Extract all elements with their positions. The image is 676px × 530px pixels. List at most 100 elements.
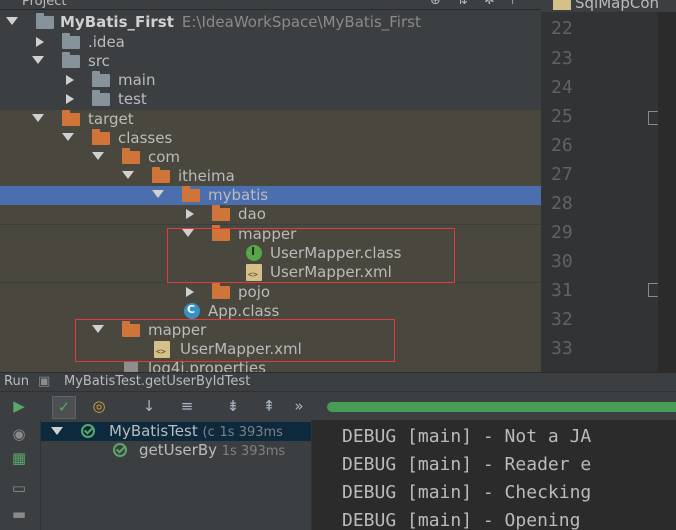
tree-item-test[interactable]: test [0, 90, 541, 109]
editor-gutter: 22 23 24 25 26 27 28 29 30 31 32 33 [541, 12, 658, 372]
tree-item-label: itheima [178, 167, 235, 185]
line-number: 27 [551, 164, 573, 185]
expand-all-icon[interactable]: ⇟ [222, 396, 244, 417]
rerun-icon[interactable]: ▶ [8, 396, 30, 417]
folder-icon [92, 129, 110, 145]
tree-item-pojo[interactable]: pojo [0, 283, 541, 302]
chevron-down-icon[interactable] [6, 17, 18, 25]
show-ignored-icon[interactable]: ◎ [88, 396, 110, 417]
show-passed-icon[interactable]: ✓ [52, 396, 76, 419]
highlight-box-classes-mapper [75, 319, 395, 362]
test-passed-icon [113, 443, 127, 457]
folder-icon [62, 52, 80, 68]
line-number: 28 [551, 193, 573, 214]
tree-item-label: classes [118, 129, 173, 147]
tree-item-label: .idea [88, 33, 125, 51]
chevron-down-icon[interactable] [32, 114, 44, 122]
line-number: 23 [551, 48, 573, 69]
test-passed-icon [81, 424, 95, 438]
project-name: MyBatis_First [60, 13, 174, 31]
editor-tab[interactable]: SqlMapCon [575, 0, 659, 12]
tree-item-label: pojo [238, 283, 271, 301]
test-case-name: getUserBy [139, 441, 217, 459]
console-output[interactable]: DEBUG [main] - Not a JA DEBUG [main] - R… [311, 420, 676, 530]
console-line: DEBUG [main] - Opening [342, 510, 592, 530]
run-panel-header: Run ▣ MyBatisTest.getUserByIdTest [0, 372, 676, 392]
folder-icon [92, 90, 110, 106]
chevron-down-icon[interactable] [92, 152, 104, 160]
folder-icon [92, 71, 110, 87]
tree-item-idea[interactable]: .idea [0, 33, 541, 52]
tree-item-label: App.class [208, 302, 280, 320]
test-suite-row[interactable]: MyBatisTest (c 1s 393ms [41, 422, 311, 441]
line-number: 26 [551, 135, 573, 156]
run-config-icon: ▣ [38, 374, 51, 389]
project-path: E:\IdeaWorkSpace\MyBatis_First [181, 13, 421, 31]
highlight-box-target-mapper [167, 228, 455, 283]
tree-item-label: test [118, 90, 147, 108]
project-panel-title[interactable]: Project [22, 0, 66, 9]
properties-file-icon [124, 362, 138, 372]
line-number: 33 [551, 338, 573, 359]
line-number: 32 [551, 309, 573, 330]
class-file-icon [184, 303, 200, 319]
line-number: 31 [551, 280, 573, 301]
tree-item-label: target [88, 110, 134, 128]
tree-item-com[interactable]: com [0, 148, 541, 167]
chevron-right-icon[interactable] [186, 287, 194, 297]
restore-layout-icon[interactable]: ▦ [8, 448, 30, 469]
tree-item-label: dao [238, 205, 266, 223]
tree-item-src[interactable]: src [0, 52, 541, 71]
run-toolbar: ▶ ✓ ◎ ↓ ≡ ⇟ ⇞ » [0, 391, 676, 421]
test-suite-name: MyBatisTest [109, 422, 198, 440]
chevron-down-icon[interactable] [152, 190, 164, 198]
test-results-tree: MyBatisTest (c 1s 393ms getUserBy 1s 393… [41, 420, 311, 530]
editor-tabs: SqlMapCon [541, 0, 676, 12]
project-panel-header: Project ⊕ ⇅ ✲ ⊢ [0, 0, 541, 10]
chevron-down-icon[interactable] [32, 56, 44, 64]
tree-item-label: main [118, 71, 156, 89]
tree-item-label: com [148, 148, 181, 166]
chevron-down-icon[interactable] [62, 133, 74, 141]
test-suite-suffix: (c [202, 425, 215, 440]
console-line: DEBUG [main] - Reader e [342, 454, 592, 475]
sort-alphabetically-icon[interactable]: ↓ [138, 396, 160, 417]
chevron-down-icon[interactable] [122, 171, 134, 179]
chevron-right-icon[interactable] [66, 94, 74, 104]
folder-icon [212, 283, 230, 299]
console-line: DEBUG [main] - Not a JA [342, 426, 592, 447]
tree-item-main[interactable]: main [0, 71, 541, 90]
folder-icon [182, 186, 200, 202]
project-panel-tools-icon[interactable]: ⊕ ⇅ ✲ ⊢ [430, 0, 528, 8]
camera-icon[interactable]: ◉ [8, 424, 30, 445]
chevron-right-icon[interactable] [36, 37, 44, 47]
line-number: 22 [551, 18, 573, 39]
print-icon[interactable]: ▭ [8, 478, 30, 499]
folder-icon [212, 205, 230, 221]
line-number: 24 [551, 77, 573, 98]
chevron-right-icon[interactable] [186, 209, 194, 219]
editor-code-area[interactable] [658, 12, 676, 372]
chevron-right-icon[interactable] [66, 75, 74, 85]
run-panel-label[interactable]: Run [4, 374, 29, 389]
line-number: 25 [551, 106, 573, 127]
collapse-all-icon[interactable]: ⇞ [258, 396, 280, 417]
chevron-down-icon[interactable] [51, 427, 63, 435]
console-line: DEBUG [main] - Checking [342, 482, 592, 503]
tree-item-dao[interactable]: dao [0, 205, 541, 224]
tree-item-itheima[interactable]: itheima [0, 167, 541, 186]
tree-item-mybatis[interactable]: mybatis [0, 186, 541, 205]
export-icon[interactable]: ▬ [8, 504, 30, 525]
tree-root[interactable]: MyBatis_First E:\IdeaWorkSpace\MyBatis_Fi… [0, 13, 541, 32]
tree-item-target[interactable]: target [0, 110, 541, 129]
project-panel: Project ⊕ ⇅ ✲ ⊢ MyBatis_First E:\IdeaWork… [0, 0, 541, 372]
tree-item-classes[interactable]: classes [0, 129, 541, 148]
folder-icon [152, 167, 170, 183]
run-config-name[interactable]: MyBatisTest.getUserByIdTest [64, 374, 250, 389]
more-tools-button[interactable]: » [288, 396, 310, 417]
run-side-toolbar: ◉ ▦ ▭ ▬ [0, 420, 41, 530]
folder-icon [62, 110, 80, 126]
sort-by-duration-icon[interactable]: ≡ [176, 396, 198, 417]
test-duration: 1s 393ms [221, 444, 286, 459]
test-case-row[interactable]: getUserBy 1s 393ms [41, 441, 311, 460]
